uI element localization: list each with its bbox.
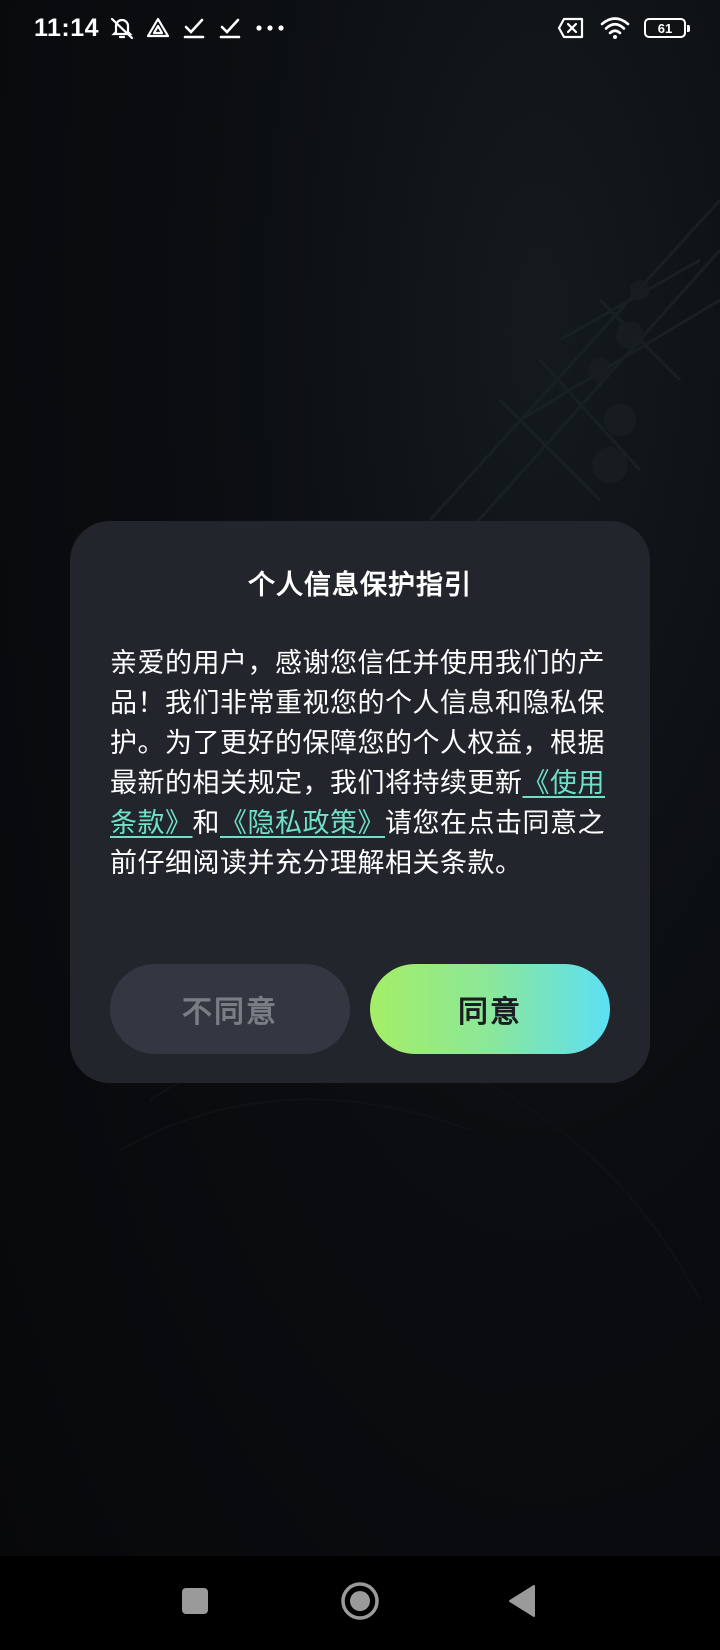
agree-button[interactable]: 同意 [370, 964, 610, 1054]
status-left-group: 11:14 [34, 14, 287, 43]
status-time: 11:14 [34, 13, 100, 42]
back-button[interactable] [482, 1556, 562, 1650]
privacy-policy-link[interactable]: 《隐私政策》 [220, 808, 385, 839]
home-button[interactable] [320, 1556, 400, 1650]
recents-square-icon [180, 1586, 210, 1620]
status-right-group: 61 [556, 15, 690, 41]
mute-notification-icon [109, 15, 135, 41]
disagree-button[interactable]: 不同意 [110, 964, 350, 1054]
app-screen: 11:14 61 个人信息保护指引 亲爱的用户，感谢您信任并使用我们的产品！我们… [0, 0, 720, 1650]
status-bar: 11:14 61 [0, 0, 720, 56]
and-text: 和 [192, 808, 220, 839]
check-icon [217, 15, 243, 41]
more-dots-icon [253, 15, 287, 41]
dialog-title: 个人信息保护指引 [248, 570, 472, 601]
home-circle-icon [340, 1581, 380, 1625]
no-sim-icon [556, 15, 586, 41]
recents-button[interactable] [155, 1556, 235, 1650]
drive-icon [145, 15, 171, 41]
dialog-body: 亲爱的用户，感谢您信任并使用我们的产品！我们非常重视您的个人信息和隐私保护。为了… [110, 644, 610, 884]
privacy-dialog: 个人信息保护指引 亲爱的用户，感谢您信任并使用我们的产品！我们非常重视您的个人信… [70, 521, 650, 1083]
navigation-bar [0, 1556, 720, 1650]
battery-icon: 61 [644, 18, 690, 38]
back-triangle-icon [507, 1584, 537, 1622]
battery-level: 61 [657, 20, 673, 36]
wifi-icon [600, 15, 630, 41]
check-icon [181, 15, 207, 41]
dialog-button-row: 不同意 同意 [110, 964, 610, 1054]
